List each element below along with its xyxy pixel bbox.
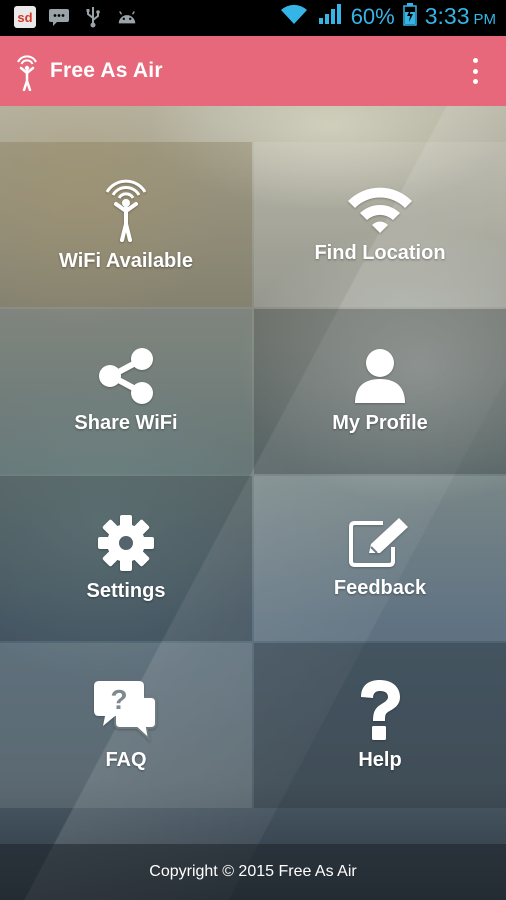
footer: Copyright © 2015 Free As Air xyxy=(0,844,506,900)
battery-icon xyxy=(402,2,417,31)
status-bar-right: 60% 3:33 PM xyxy=(279,2,496,31)
clock-time: 3:33 xyxy=(424,3,470,29)
gear-icon xyxy=(98,515,154,571)
app-title: Free As Air xyxy=(50,59,163,82)
edit-icon xyxy=(349,518,408,567)
main-menu-grid: WiFi Available Find Location Share WiFi … xyxy=(0,142,506,808)
tile-label: Help xyxy=(358,749,402,771)
status-bar: sd 60% 3:33 PM xyxy=(0,0,506,36)
sd-app-label: sd xyxy=(17,9,33,25)
tile-label: My Profile xyxy=(332,412,428,434)
tile-label: Share WiFi xyxy=(74,412,178,434)
tile-my-profile[interactable]: My Profile xyxy=(254,309,506,474)
tile-faq[interactable]: ? FAQ xyxy=(0,643,252,808)
tile-feedback[interactable]: Feedback xyxy=(254,476,506,641)
tile-label: WiFi Available xyxy=(59,250,193,272)
wifi-signal-icon xyxy=(279,2,309,31)
android-icon xyxy=(116,6,138,28)
message-icon xyxy=(48,6,70,28)
sd-app-icon: sd xyxy=(14,6,36,28)
wifi-person-icon xyxy=(105,179,147,242)
clock: 3:33 PM xyxy=(425,3,496,30)
tile-label: Find Location xyxy=(314,242,446,264)
tile-label: FAQ xyxy=(105,749,147,771)
copyright-text: Copyright © 2015 Free As Air xyxy=(149,863,357,880)
status-bar-left-icons: sd xyxy=(14,6,138,28)
tile-wifi-available[interactable]: WiFi Available xyxy=(0,142,252,307)
tile-label: Settings xyxy=(86,580,166,602)
usb-icon xyxy=(82,6,104,28)
wifi-icon xyxy=(348,187,412,233)
app-logo-icon xyxy=(12,51,42,92)
battery-percent: 60% xyxy=(350,3,395,29)
tile-find-location[interactable]: Find Location xyxy=(254,142,506,307)
clock-ampm: PM xyxy=(473,11,497,28)
cell-signal-icon xyxy=(317,2,343,31)
tile-settings[interactable]: Settings xyxy=(0,476,252,641)
tile-share-wifi[interactable]: Share WiFi xyxy=(0,309,252,474)
faq-chat-icon: ? xyxy=(94,681,157,741)
app-toolbar: Free As Air xyxy=(0,36,506,106)
question-icon xyxy=(361,680,400,740)
overflow-menu-icon[interactable] xyxy=(468,58,482,84)
user-icon xyxy=(355,349,405,403)
tile-help[interactable]: Help xyxy=(254,643,506,808)
share-icon xyxy=(99,348,153,404)
tile-label: Feedback xyxy=(333,577,427,599)
svg-text:?: ? xyxy=(110,684,127,715)
